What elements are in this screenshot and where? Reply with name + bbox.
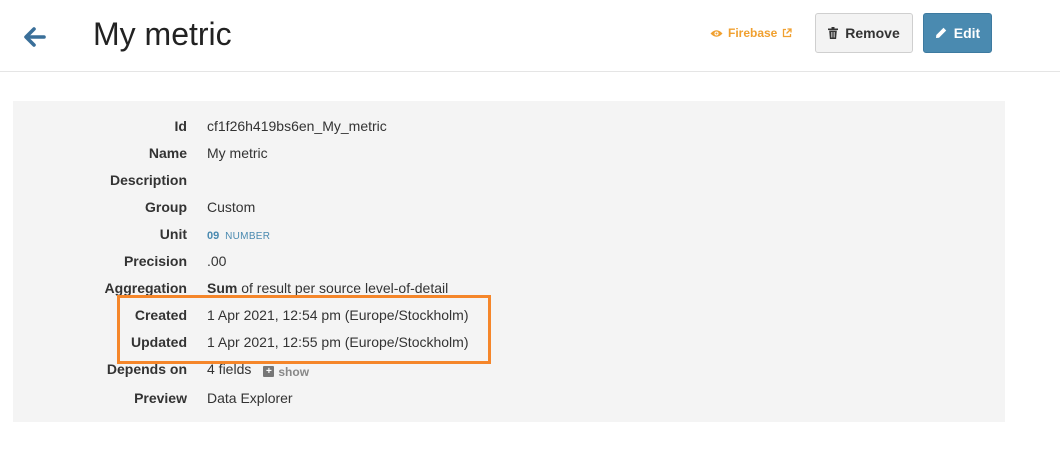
group-label: Group [145,199,187,215]
arrow-left-icon [24,27,46,47]
page-title: My metric [93,16,232,52]
aggregation-description: of result per source level-of-detail [237,280,449,296]
unit-type: NUMBER [225,231,271,242]
detail-row-updated: Updated 1 Apr 2021, 12:55 pm (Europe/Sto… [13,331,1005,353]
aggregation-value: Sum of result per source level-of-detail [207,277,448,299]
external-link-icon [783,28,793,38]
remove-button[interactable]: Remove [815,13,913,53]
detail-row-created: Created 1 Apr 2021, 12:54 pm (Europe/Sto… [13,304,1005,326]
aggregation-label: Aggregation [104,280,187,296]
aggregation-method: Sum [207,280,238,296]
data-explorer-link[interactable]: Data Explorer [207,387,293,409]
trash-icon [828,27,839,39]
unit-label: Unit [159,226,187,242]
back-button[interactable] [22,24,48,50]
plus-square-icon: + [263,366,275,377]
updated-label: Updated [131,334,187,350]
edit-button[interactable]: Edit [923,13,992,53]
updated-value: 1 Apr 2021, 12:55 pm (Europe/Stockholm) [207,334,469,350]
show-fields-toggle[interactable]: + show [263,361,309,383]
name-label: Name [148,145,187,161]
id-value: cf1f26h419bs6en_My_metric [207,118,387,134]
depends-on-label: Depends on [106,361,187,377]
eye-icon [710,29,723,37]
preview-label: Preview [134,390,187,406]
detail-row-depends-on: Depends on 4 fields + show [13,358,1005,380]
detail-row-id: Id cf1f26h419bs6en_My_metric [13,115,1005,137]
page-header: My metric Firebase Remove Edit [0,0,1060,72]
depends-on-value: 4 fields + show [207,358,309,383]
detail-row-aggregation: Aggregation Sum of result per source lev… [13,277,1005,299]
metric-details-panel: Id cf1f26h419bs6en_My_metric Name My met… [13,101,1005,422]
detail-row-precision: Precision .00 [13,250,1005,272]
detail-row-group: Group Custom [13,196,1005,218]
detail-row-preview: Preview Data Explorer [13,387,1005,409]
unit-code: 09 [207,230,220,242]
depends-on-count: 4 fields [207,361,252,377]
created-value: 1 Apr 2021, 12:54 pm (Europe/Stockholm) [207,307,469,323]
group-value: Custom [207,199,256,215]
detail-row-description: Description [13,169,1005,191]
unit-value: 09 NUMBER [207,223,270,248]
firebase-link[interactable]: Firebase [710,26,793,40]
name-value: My metric [207,145,268,161]
precision-value: .00 [207,253,227,269]
firebase-label: Firebase [728,26,778,40]
precision-label: Precision [123,253,187,269]
detail-row-unit: Unit 09 NUMBER [13,223,1005,245]
pencil-icon [935,27,946,38]
id-label: Id [174,118,187,134]
edit-label: Edit [953,25,981,41]
show-label: show [278,364,310,379]
created-label: Created [134,307,187,323]
remove-label: Remove [845,25,900,41]
detail-row-name: Name My metric [13,142,1005,164]
description-label: Description [109,172,187,188]
